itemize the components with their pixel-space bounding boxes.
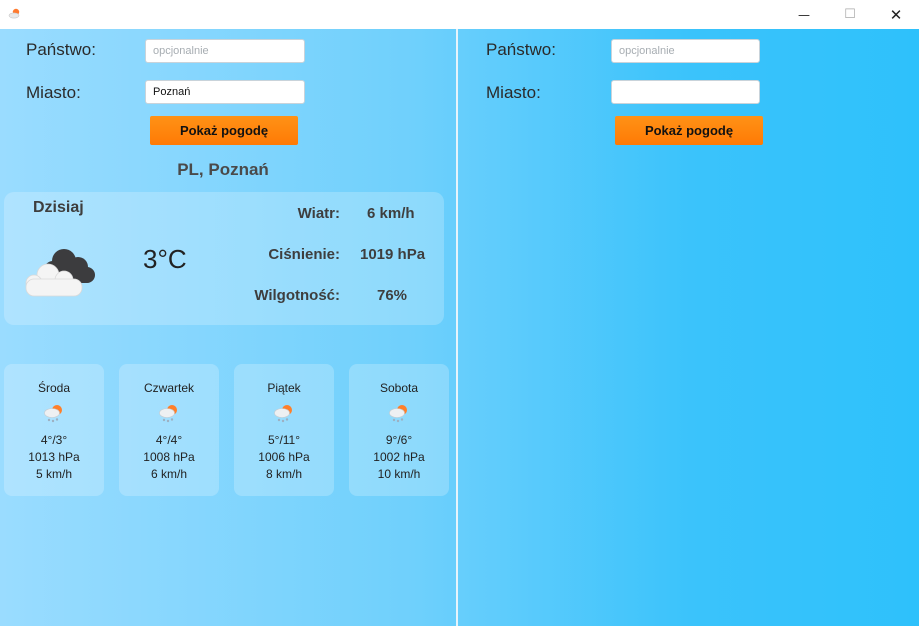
- forecast-pressure: 1013 hPa: [28, 450, 80, 464]
- forecast-day: Środa: [37, 381, 71, 395]
- country-input[interactable]: [145, 39, 305, 63]
- forecast-temperature: 4°/3°: [40, 433, 68, 447]
- forecast-temperature: 5°/11°: [267, 433, 301, 447]
- city-input[interactable]: [145, 80, 305, 104]
- forecast-temperature: 9°/6°: [385, 433, 413, 447]
- pressure-label: Ciśnienie:: [268, 246, 340, 263]
- snow-sun-icon: [274, 405, 292, 423]
- close-button[interactable]: ✕: [873, 0, 919, 29]
- show-weather-button[interactable]: Pokaż pogodę: [150, 116, 298, 145]
- title-bar: — ☐ ✕: [0, 0, 919, 29]
- humidity-label: Wilgotność:: [254, 287, 340, 304]
- show-weather-button[interactable]: Pokaż pogodę: [615, 116, 763, 145]
- forecast-wind: 5 km/h: [35, 467, 72, 481]
- main-content: Państwo: Miasto: Pokaż pogodę PL, Poznań…: [0, 29, 919, 626]
- forecast-pressure: 1002 hPa: [373, 450, 425, 464]
- forecast-card: Środa 4°/3° 1013 hPa 5 km/h: [4, 364, 104, 496]
- country-input[interactable]: [611, 39, 760, 63]
- forecast-card: Piątek 5°/11° 1006 hPa 8 km/h: [234, 364, 334, 496]
- snow-sun-icon: [159, 405, 177, 423]
- maximize-button[interactable]: ☐: [827, 0, 873, 29]
- forecast-wind: 8 km/h: [265, 467, 302, 481]
- snow-sun-icon: [389, 405, 407, 423]
- forecast-wind: 6 km/h: [150, 467, 187, 481]
- country-label: Państwo:: [486, 40, 556, 59]
- today-title: Dzisiaj: [33, 199, 84, 216]
- forecast-wind: 10 km/h: [377, 467, 421, 481]
- city-label: Miasto:: [26, 83, 81, 102]
- city-input[interactable]: [611, 80, 760, 104]
- forecast-day: Czwartek: [143, 381, 194, 395]
- cloudy-icon: [25, 249, 95, 297]
- current-temperature: 3°C: [143, 244, 187, 274]
- snow-sun-icon: [44, 405, 62, 423]
- forecast-card: Czwartek 4°/4° 1008 hPa 6 km/h: [119, 364, 219, 496]
- humidity-value: 76%: [377, 287, 408, 304]
- minimize-button[interactable]: —: [781, 0, 827, 29]
- forecast-pressure: 1006 hPa: [258, 450, 310, 464]
- city-label: Miasto:: [486, 83, 541, 102]
- today-card: Dzisiaj 3°C Wiatr: 6 km/h Ciśnienie: 101…: [4, 192, 444, 325]
- forecast-day: Piątek: [267, 381, 301, 395]
- panel-divider: [456, 29, 458, 626]
- app-cloud-icon: [8, 8, 20, 19]
- forecast-temperature: 4°/4°: [155, 433, 183, 447]
- location-title: PL, Poznań: [177, 160, 269, 179]
- country-label: Państwo:: [26, 40, 96, 59]
- forecast-pressure: 1008 hPa: [143, 450, 195, 464]
- pressure-value: 1019 hPa: [360, 246, 426, 263]
- wind-label: Wiatr:: [297, 205, 340, 222]
- wind-value: 6 km/h: [367, 205, 415, 222]
- forecast-day: Sobota: [379, 381, 419, 395]
- forecast-card: Sobota 9°/6° 1002 hPa 10 km/h: [349, 364, 449, 496]
